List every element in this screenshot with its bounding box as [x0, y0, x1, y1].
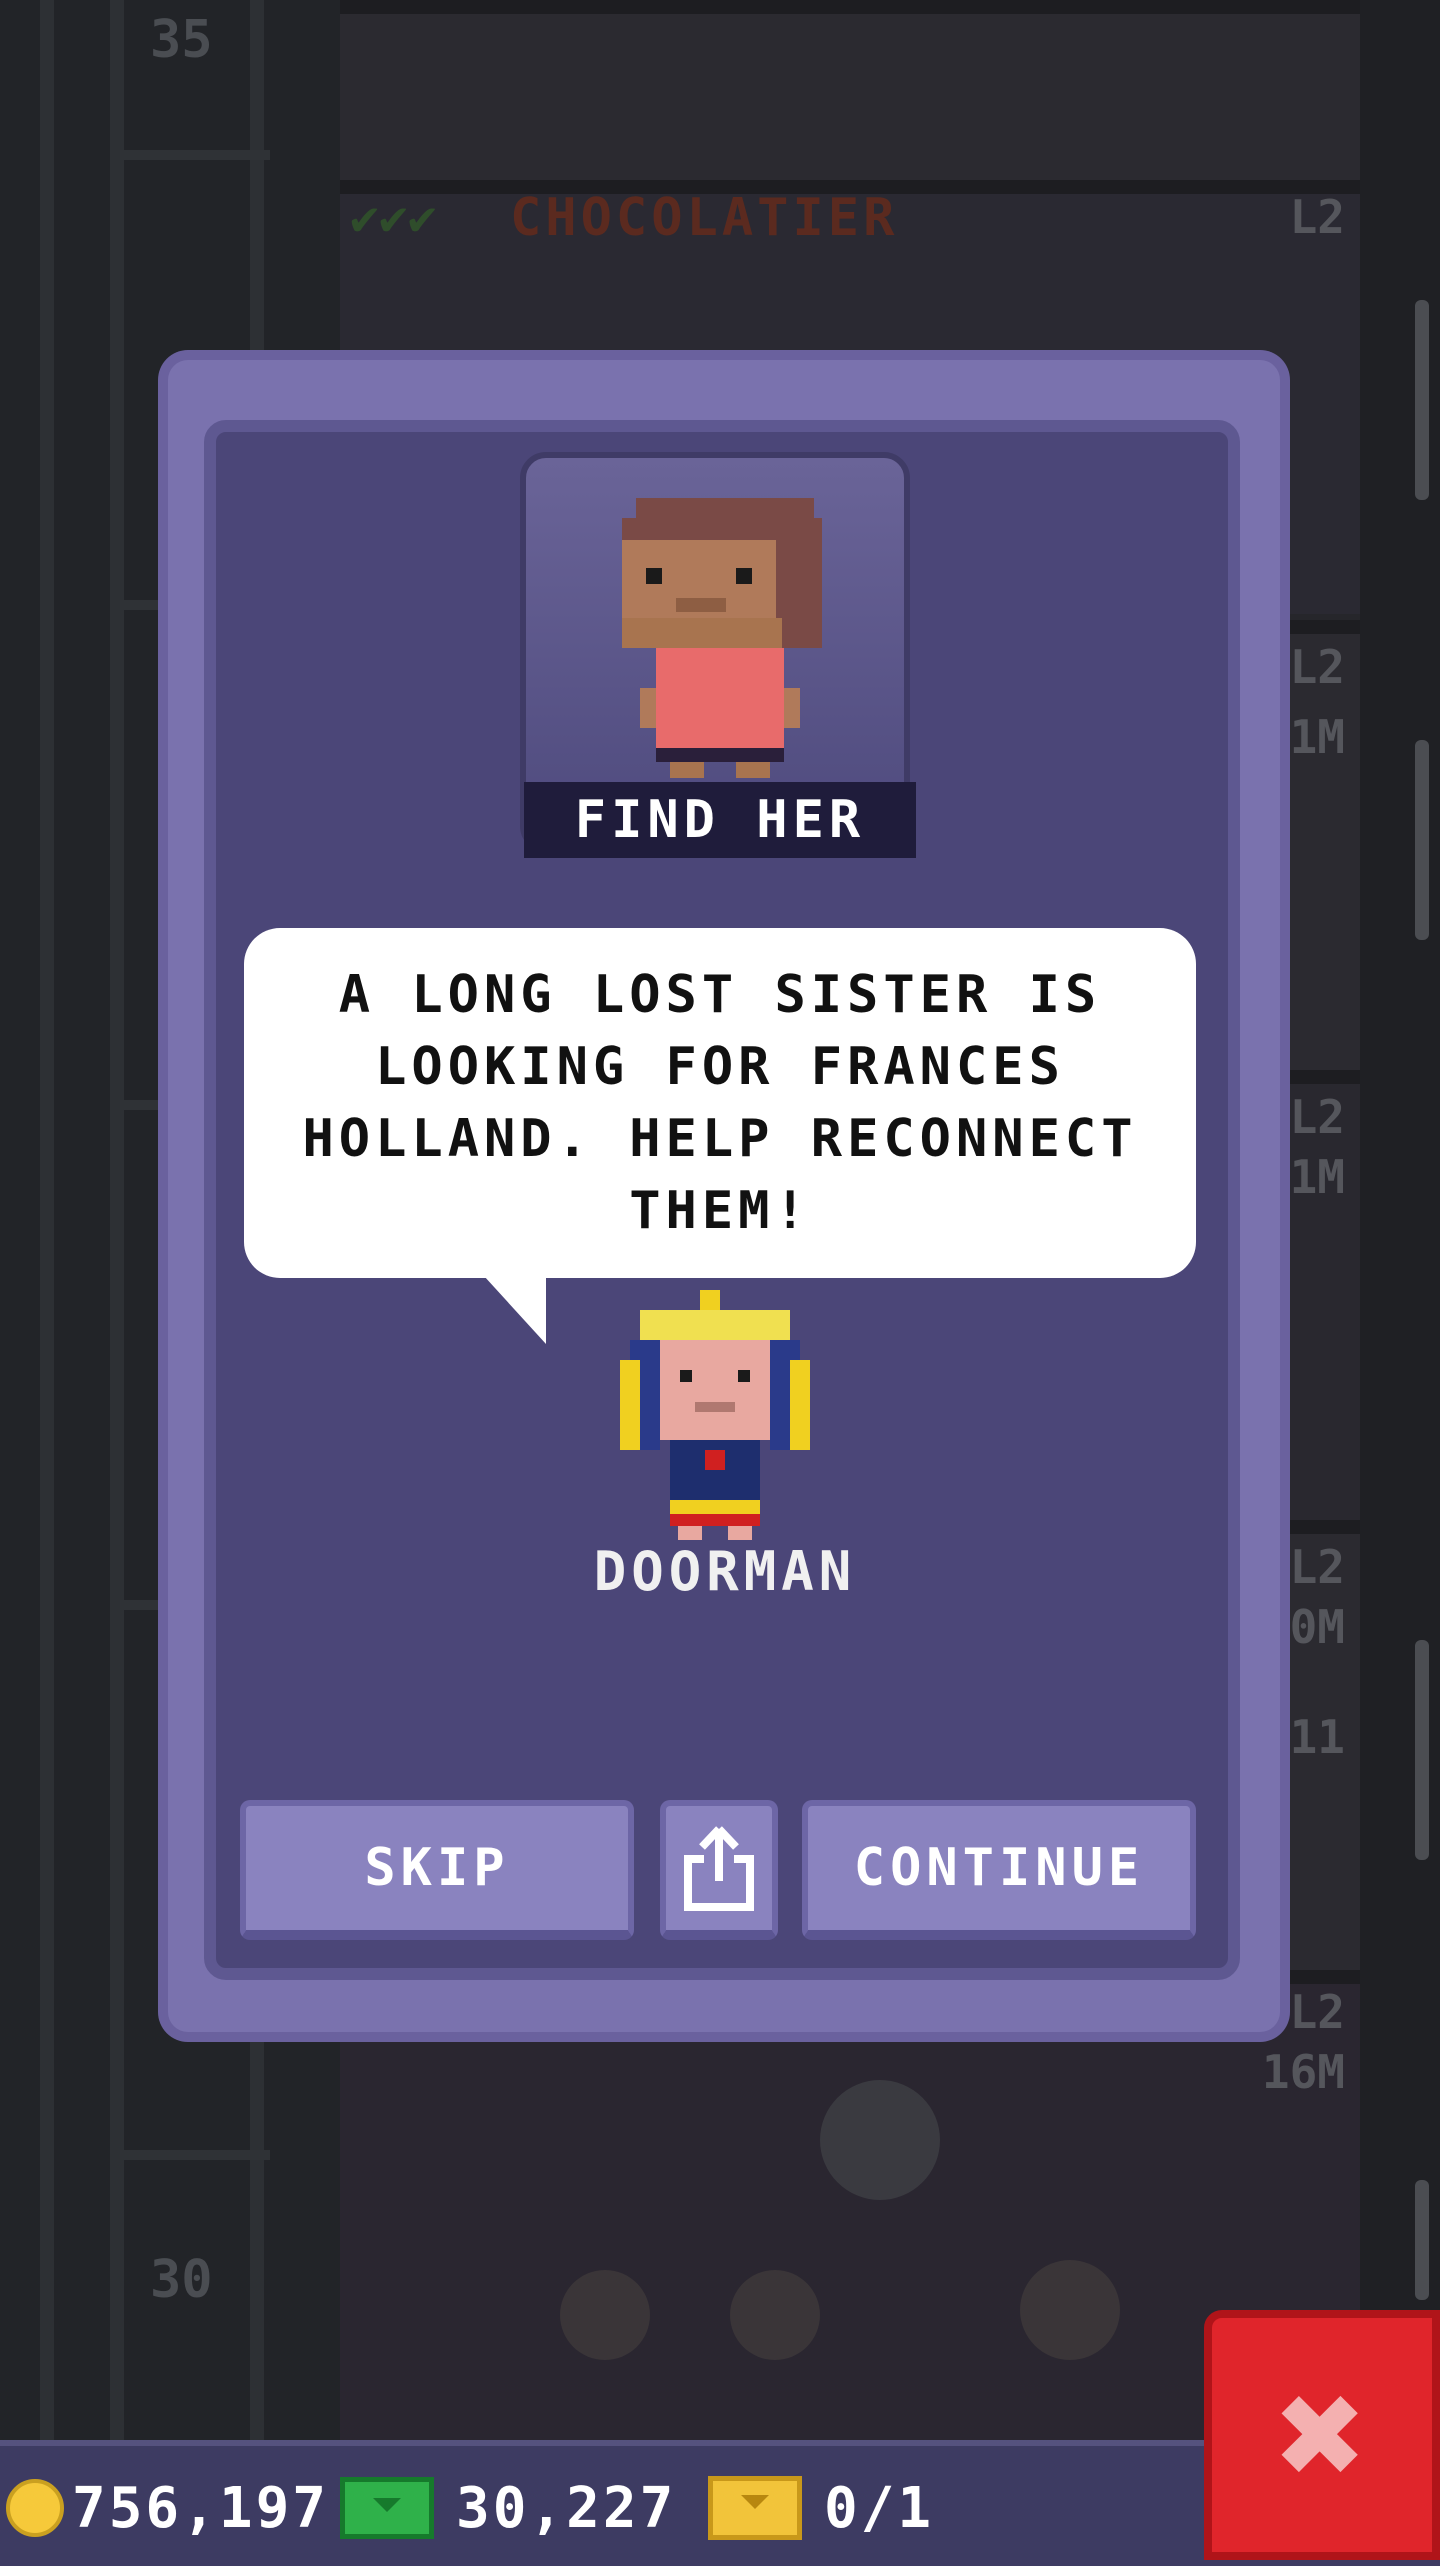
coins-counter: 756,197 [6, 2475, 330, 2541]
bitizen-figure [1020, 2260, 1120, 2360]
value-tag: 1M [1289, 1150, 1345, 1204]
doorman-avatar [620, 1290, 810, 1540]
value-tag: 16M [1261, 2045, 1345, 2099]
shaft-rail [40, 0, 54, 2440]
lamp [820, 2080, 940, 2200]
speech-bubble-tail [484, 1276, 546, 1344]
level-tag: L2 [1289, 1540, 1345, 1594]
edge-bar [1415, 2180, 1429, 2300]
edge-bar [1415, 300, 1429, 500]
sister-portrait [622, 498, 822, 778]
level-tag: L2 [1289, 1985, 1345, 2039]
speech-bubble: A LONG LOST SISTER IS LOOKING FOR FRANCE… [244, 928, 1196, 1278]
floor [340, 0, 1360, 184]
close-icon: ✖ [1276, 2348, 1368, 2522]
level-tag: L2 [1289, 640, 1345, 694]
value-tag: 0M [1289, 1600, 1345, 1654]
skip-button[interactable]: SKIP [240, 1800, 634, 1940]
value-tag: 11 [1289, 1710, 1345, 1764]
value-tag: 1M [1289, 710, 1345, 764]
continue-button[interactable]: CONTINUE [802, 1800, 1196, 1940]
bux-counter: 30,227 [340, 2475, 677, 2541]
bitizen-figure [730, 2270, 820, 2360]
share-icon [684, 1826, 754, 1911]
tickets-value: 0/1 [824, 2475, 935, 2541]
shaft-rung [120, 150, 270, 160]
tickets-counter: 0/1 [708, 2475, 935, 2541]
right-edge [1360, 0, 1440, 2440]
close-button[interactable]: ✖ [1204, 2310, 1440, 2560]
share-button[interactable] [660, 1800, 778, 1940]
shaft-rung [120, 2150, 270, 2160]
coins-value: 756,197 [72, 2475, 330, 2541]
shop-name: CHOCOLATIER [510, 188, 899, 248]
coin-icon [6, 2479, 64, 2537]
bux-icon [340, 2477, 434, 2539]
bitizen-figure [560, 2270, 650, 2360]
ticket-icon [708, 2476, 802, 2540]
bux-value: 30,227 [456, 2475, 677, 2541]
shaft-rail [110, 0, 124, 2440]
shop-stars: ✔✔✔ [350, 190, 437, 246]
floor-number: 35 [150, 10, 213, 70]
edge-bar [1415, 1640, 1429, 1860]
level-tag: L2 [1289, 1090, 1345, 1144]
edge-bar [1415, 740, 1429, 940]
floor-number: 30 [150, 2250, 213, 2310]
level-tag: L2 [1289, 190, 1345, 244]
mission-message: A LONG LOST SISTER IS LOOKING FOR FRANCE… [302, 965, 1138, 1241]
portrait-caption: FIND HER [524, 782, 916, 858]
speaker-name: DOORMAN [593, 1540, 857, 1603]
